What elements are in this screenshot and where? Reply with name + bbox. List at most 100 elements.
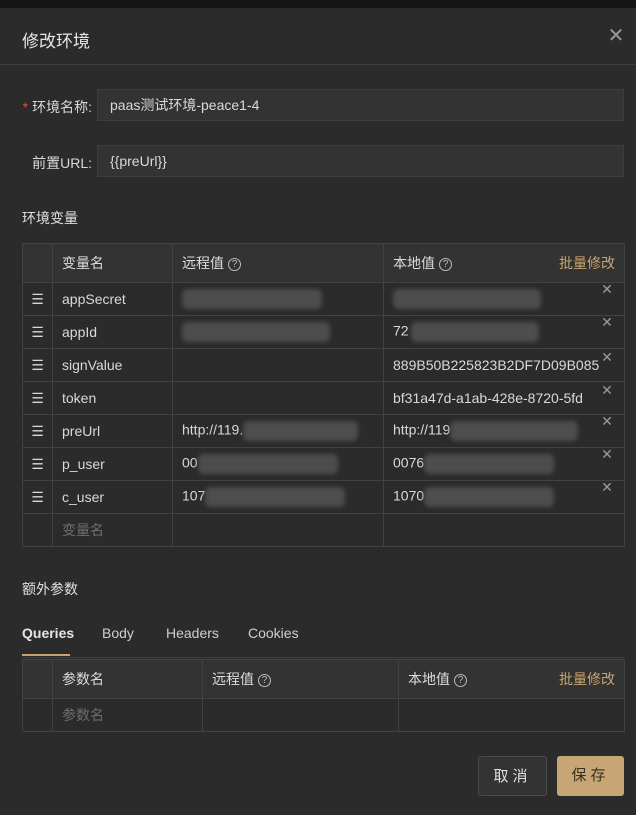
- batch-edit-link[interactable]: 批量修改: [559, 253, 615, 273]
- var-name-cell[interactable]: preUrl: [52, 414, 173, 448]
- new-var-remote-input[interactable]: [172, 513, 384, 547]
- delete-row-icon[interactable]: ✕: [599, 350, 615, 368]
- delete-row-icon[interactable]: ✕: [599, 317, 615, 333]
- redacted-value-mask: [424, 454, 555, 474]
- save-button[interactable]: 保存: [557, 756, 624, 796]
- pre-url-input[interactable]: {{preUrl}}: [97, 145, 624, 177]
- env-vars-table: 变量名 远程值? 本地值? 批量修改 ☰ appSecret ✕ ☰ appId …: [22, 243, 625, 547]
- table-row: ☰ appId 72 ✕: [22, 315, 625, 349]
- env-name-label-text: 环境名称:: [32, 99, 92, 115]
- redacted-value-mask: [410, 322, 539, 342]
- redacted-value-mask: [205, 487, 346, 507]
- var-remote-value: 00: [182, 454, 198, 471]
- table-row: ☰ p_user 00 0076 ✕: [22, 447, 625, 481]
- env-vars-title: 环境变量: [22, 210, 78, 226]
- delete-row-icon[interactable]: ✕: [599, 383, 615, 401]
- var-local-value: 889B50B225823B2DF7D09B085: [393, 357, 600, 373]
- redacted-value-mask: [182, 289, 322, 309]
- var-remote-cell[interactable]: [172, 348, 384, 382]
- table-row: ☰ c_user 107 1070 ✕: [22, 480, 625, 514]
- extra-params-title: 额外参数: [22, 581, 78, 597]
- var-name-cell[interactable]: signValue: [52, 348, 173, 382]
- help-icon[interactable]: ?: [228, 258, 241, 271]
- drag-handle-icon[interactable]: ☰: [22, 282, 53, 316]
- redacted-value-mask: [424, 487, 555, 507]
- var-local-value: 72: [393, 322, 409, 339]
- var-name-cell[interactable]: c_user: [52, 480, 173, 514]
- delete-row-icon[interactable]: ✕: [599, 284, 615, 300]
- redacted-value-mask: [243, 421, 359, 441]
- column-header-local: 本地值? 批量修改: [398, 659, 625, 699]
- drag-handle-icon[interactable]: ☰: [22, 480, 53, 514]
- drag-handle-icon[interactable]: ☰: [22, 414, 53, 448]
- var-local-cell[interactable]: bf31a47d-a1ab-428e-8720-5fd ✕: [383, 381, 625, 415]
- var-name-cell[interactable]: p_user: [52, 447, 173, 481]
- delete-row-icon[interactable]: ✕: [599, 482, 615, 498]
- column-header-local-label: 本地值: [408, 671, 450, 687]
- new-variable-row: 变量名: [22, 513, 625, 547]
- var-local-value: 0076: [393, 454, 425, 471]
- batch-edit-link[interactable]: 批量修改: [559, 669, 615, 689]
- var-remote-cell[interactable]: 00: [172, 447, 384, 481]
- extra-params-tabs: Queries Body Headers Cookies: [22, 625, 624, 658]
- pre-url-row: 前置URL: {{preUrl}}: [0, 145, 636, 177]
- var-local-cell[interactable]: ✕: [383, 282, 625, 316]
- var-remote-value: http://119.: [182, 421, 244, 438]
- redacted-value-mask: [197, 454, 338, 474]
- close-icon[interactable]: ✕: [604, 24, 628, 48]
- new-param-local-input[interactable]: [398, 698, 625, 732]
- drag-column-header: [22, 659, 53, 699]
- table-row: ☰ preUrl http://119. http://119 ✕: [22, 414, 625, 448]
- env-name-row: * 环境名称: paas测试环境-peace1-4: [0, 89, 636, 121]
- delete-row-icon[interactable]: ✕: [599, 449, 615, 465]
- table-row: ☰ signValue 889B50B225823B2DF7D09B085 ✕: [22, 348, 625, 382]
- required-mark: *: [22, 99, 29, 115]
- var-name-cell[interactable]: token: [52, 381, 173, 415]
- table-row: ☰ token bf31a47d-a1ab-428e-8720-5fd ✕: [22, 381, 625, 415]
- var-local-value: http://119: [393, 421, 451, 438]
- tab-headers[interactable]: Headers: [166, 625, 219, 641]
- window-top-strip: [0, 0, 636, 8]
- cancel-button[interactable]: 取消: [478, 756, 547, 796]
- delete-row-icon[interactable]: ✕: [599, 416, 615, 432]
- drag-column-header: [22, 243, 53, 283]
- var-local-cell[interactable]: 0076 ✕: [383, 447, 625, 481]
- tab-body[interactable]: Body: [102, 625, 134, 641]
- drag-handle-icon[interactable]: ☰: [22, 381, 53, 415]
- new-var-name-input[interactable]: 变量名: [52, 513, 173, 547]
- env-name-label: * 环境名称:: [23, 97, 92, 117]
- var-name-cell[interactable]: appSecret: [52, 282, 173, 316]
- column-header-name: 变量名: [52, 243, 173, 283]
- new-param-remote-input[interactable]: [202, 698, 399, 732]
- params-table: 参数名 远程值? 本地值? 批量修改 参数名: [22, 659, 625, 732]
- var-remote-cell[interactable]: [172, 381, 384, 415]
- var-local-cell[interactable]: 72 ✕: [383, 315, 625, 349]
- var-local-cell[interactable]: 889B50B225823B2DF7D09B085 ✕: [383, 348, 625, 382]
- column-header-remote: 远程值?: [172, 243, 384, 283]
- new-param-name-input[interactable]: 参数名: [52, 698, 203, 732]
- var-remote-cell[interactable]: 107: [172, 480, 384, 514]
- drag-handle-icon[interactable]: ☰: [22, 348, 53, 382]
- drag-handle-icon[interactable]: ☰: [22, 447, 53, 481]
- redacted-value-mask: [182, 322, 330, 342]
- var-remote-cell[interactable]: [172, 282, 384, 316]
- params-header-row: 参数名 远程值? 本地值? 批量修改: [22, 659, 625, 699]
- tab-queries[interactable]: Queries: [22, 625, 74, 641]
- tab-cookies[interactable]: Cookies: [248, 625, 299, 641]
- var-name-cell[interactable]: appId: [52, 315, 173, 349]
- var-remote-cell[interactable]: [172, 315, 384, 349]
- column-header-remote: 远程值?: [202, 659, 399, 699]
- drag-handle-icon[interactable]: ☰: [22, 315, 53, 349]
- var-local-cell[interactable]: http://119 ✕: [383, 414, 625, 448]
- column-header-remote-label: 远程值: [182, 255, 224, 271]
- help-icon[interactable]: ?: [258, 674, 271, 687]
- var-local-cell[interactable]: 1070 ✕: [383, 480, 625, 514]
- dialog-header: 修改环境 ✕: [0, 8, 636, 65]
- pre-url-label: 前置URL:: [32, 155, 92, 171]
- help-icon[interactable]: ?: [439, 258, 452, 271]
- new-var-local-input[interactable]: [383, 513, 625, 547]
- help-icon[interactable]: ?: [454, 674, 467, 687]
- redacted-value-mask: [393, 289, 541, 309]
- var-remote-cell[interactable]: http://119.: [172, 414, 384, 448]
- env-name-input[interactable]: paas测试环境-peace1-4: [97, 89, 624, 121]
